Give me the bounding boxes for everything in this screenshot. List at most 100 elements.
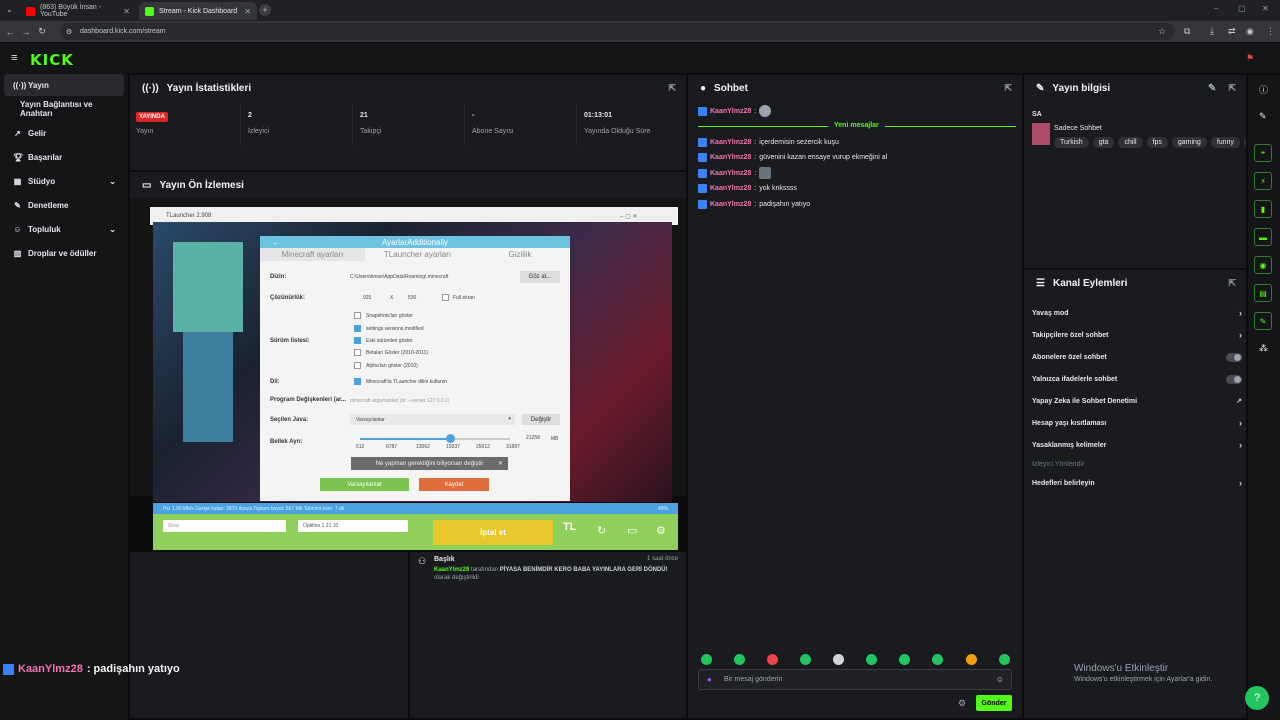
kick-logo[interactable]: KICK bbox=[30, 51, 74, 69]
action-banned-words[interactable]: Yasaklanmış kelimeler › bbox=[1032, 437, 1242, 453]
sidebar-item-droplar[interactable]: ▥ Droplar ve ödüller bbox=[4, 242, 124, 264]
defaults-button[interactable]: Varsayılanlar bbox=[320, 478, 409, 491]
rail-broadcast-icon[interactable]: ◉ bbox=[1254, 256, 1272, 274]
emote-icon[interactable] bbox=[932, 654, 943, 665]
close-window-icon[interactable]: ✕ bbox=[1262, 4, 1269, 13]
action-slow-mode[interactable]: Yavaş mod › bbox=[1032, 305, 1242, 321]
toggle-switch[interactable] bbox=[1226, 374, 1242, 384]
memory-value[interactable]: 21258 bbox=[526, 435, 540, 441]
action-account-age[interactable]: Hesap yaşı kısıtlaması › bbox=[1032, 415, 1242, 431]
browser-tab-youtube[interactable]: (863) Büyük İnsan - YouTube ✕ bbox=[20, 2, 136, 20]
action-followers-only[interactable]: Takipçilere özel sohbet › bbox=[1032, 327, 1242, 343]
refresh-icon[interactable]: ↻ bbox=[597, 524, 606, 537]
sidebar-item-stream-key[interactable]: Yayın Bağlantısı ve Anahtarı bbox=[4, 98, 124, 120]
java-select[interactable]: Varsayılanlar ▾ bbox=[350, 414, 515, 425]
chat-username[interactable]: KaanYlmz28 bbox=[710, 170, 751, 177]
save-button[interactable]: Kaydet bbox=[419, 478, 489, 491]
emote-icon[interactable] bbox=[833, 654, 844, 665]
minimize-icon[interactable]: – bbox=[1214, 4, 1218, 13]
emote-icon[interactable] bbox=[734, 654, 745, 665]
back-arrow-icon[interactable]: ← bbox=[272, 238, 280, 247]
action-set-goals[interactable]: Hedefleri belirleyin › bbox=[1032, 475, 1242, 491]
info-icon[interactable]: ⓘ bbox=[1259, 83, 1268, 96]
memory-slider[interactable] bbox=[360, 434, 510, 443]
tab-minecraft-settings[interactable]: Minecraft ayarları bbox=[260, 248, 365, 261]
emote-icon[interactable] bbox=[899, 654, 910, 665]
tag[interactable]: yo bbox=[1243, 137, 1246, 148]
new-tab-button[interactable]: + bbox=[259, 4, 271, 16]
checkbox-betas[interactable] bbox=[354, 349, 361, 356]
close-tab-icon[interactable]: ✕ bbox=[244, 7, 251, 16]
url-input[interactable]: ⚙ dashboard.kick.com/stream bbox=[60, 23, 1175, 40]
popout-icon[interactable]: ⇱ bbox=[1228, 83, 1236, 94]
emote-icon[interactable] bbox=[701, 654, 712, 665]
tab-tlauncher-settings[interactable]: TLauncher ayarları bbox=[365, 248, 470, 261]
sidebar-item-topluluk[interactable]: ☺ Topluluk ⌄ bbox=[4, 218, 124, 240]
rail-card-icon[interactable]: ▮ bbox=[1254, 200, 1272, 218]
site-info-icon[interactable]: ⚙ bbox=[66, 28, 72, 36]
maximize-icon[interactable]: ▢ bbox=[1238, 4, 1246, 13]
sidebar-item-studyo[interactable]: ▦ Stüdyo ⌄ bbox=[4, 170, 124, 192]
resolution-width-input[interactable]: 925 bbox=[363, 295, 371, 301]
download-icon[interactable]: ⤓ bbox=[1210, 26, 1214, 37]
chat-settings-icon[interactable]: ⚙ bbox=[958, 698, 966, 709]
rail-wrench-icon[interactable]: ✎ bbox=[1254, 312, 1272, 330]
rail-server-icon[interactable]: ▤ bbox=[1254, 284, 1272, 302]
reload-icon[interactable]: ↻ bbox=[34, 26, 50, 37]
sidebar-item-denetleme[interactable]: ✎ Denetleme bbox=[4, 194, 124, 216]
action-ai-moderation[interactable]: Yapay Zeka ile Sohbet Denetimi ↗ bbox=[1032, 393, 1242, 409]
chat-input[interactable]: ● Bir mesaj gönderin ☺ bbox=[698, 669, 1012, 690]
bookmark-star-icon[interactable]: ☆ bbox=[1158, 26, 1166, 37]
sidebar-item-gelir[interactable]: ↗ Gelir bbox=[4, 122, 124, 144]
tab-privacy[interactable]: Gizlilik bbox=[470, 248, 570, 261]
edit-pencil-icon[interactable]: ✎ bbox=[1208, 83, 1216, 94]
chat-username[interactable]: KaanYlmz28 bbox=[710, 154, 751, 161]
close-tab-icon[interactable]: ✕ bbox=[123, 7, 130, 16]
cancel-button[interactable]: İptal et bbox=[433, 520, 553, 545]
memory-slider-handle[interactable] bbox=[446, 434, 455, 443]
rail-bolt-icon[interactable]: ⚡︎ bbox=[1254, 172, 1272, 190]
activity-user[interactable]: KaanYlmz28 bbox=[434, 567, 469, 573]
settings-gear-icon[interactable]: ⚙ bbox=[656, 524, 666, 537]
microphone-icon[interactable]: ● bbox=[707, 675, 712, 684]
send-button[interactable]: Gönder bbox=[976, 695, 1012, 711]
checkbox-language[interactable] bbox=[354, 378, 361, 385]
rail-scan-icon[interactable]: ⌖ bbox=[1254, 144, 1272, 162]
browser-tab-kick[interactable]: Stream - Kick Dashboard ✕ bbox=[139, 2, 257, 20]
checkbox-old-versions[interactable] bbox=[354, 337, 361, 344]
program-args-input[interactable]: minecraft argumanlari (ör. --server 127.… bbox=[350, 398, 449, 404]
back-icon[interactable]: ← bbox=[2, 27, 18, 37]
emote-icon[interactable] bbox=[966, 654, 977, 665]
popout-icon[interactable]: ⇱ bbox=[1004, 83, 1012, 94]
checkbox-modified[interactable] bbox=[354, 325, 361, 332]
forward-icon[interactable]: → bbox=[18, 27, 34, 37]
tag[interactable]: gta bbox=[1092, 137, 1115, 148]
emote-icon[interactable] bbox=[767, 654, 778, 665]
sidebar-item-yayin[interactable]: ((·)) Yayın bbox=[4, 74, 124, 96]
chat-username[interactable]: KaanYlmz28 bbox=[710, 108, 751, 115]
tag[interactable]: funny bbox=[1210, 137, 1240, 148]
resolution-height-input[interactable]: 530 bbox=[408, 295, 416, 301]
fullscreen-checkbox[interactable] bbox=[442, 294, 449, 301]
version-select[interactable]: Optifine 1.21.10 bbox=[298, 520, 408, 532]
rail-chat-icon[interactable]: ▬ bbox=[1254, 228, 1272, 246]
username-input[interactable]: Sirax bbox=[163, 520, 286, 532]
emoji-picker-icon[interactable]: ☺ bbox=[996, 675, 1004, 684]
rail-users-icon[interactable]: ⁂ bbox=[1259, 343, 1268, 354]
browse-button[interactable]: Göz at... bbox=[520, 271, 560, 283]
toggle-switch[interactable] bbox=[1226, 352, 1242, 362]
dir-value[interactable]: C:\Users\kmse\AppData\Roaming\.minecraft bbox=[350, 274, 448, 280]
notification-icon[interactable]: ⚑ bbox=[1246, 53, 1254, 64]
close-hint-icon[interactable]: ✕ bbox=[498, 460, 503, 467]
popout-icon[interactable]: ⇱ bbox=[668, 83, 676, 94]
checkbox-snapshots[interactable] bbox=[354, 312, 361, 319]
tag[interactable]: gaming bbox=[1171, 137, 1207, 148]
emote-icon[interactable] bbox=[999, 654, 1010, 665]
extensions-icon[interactable]: ⧉ bbox=[1184, 26, 1190, 37]
tab-groups-icon[interactable]: ⇄ bbox=[1228, 26, 1236, 37]
change-java-button[interactable]: Değiştir bbox=[522, 414, 560, 425]
folder-icon[interactable]: ▭ bbox=[627, 524, 637, 537]
tab-search-icon[interactable]: ⌄ bbox=[6, 5, 13, 14]
sidebar-item-basarilar[interactable]: 🏆︎ Başarılar bbox=[4, 146, 124, 168]
tag[interactable]: Turkish bbox=[1054, 137, 1089, 148]
